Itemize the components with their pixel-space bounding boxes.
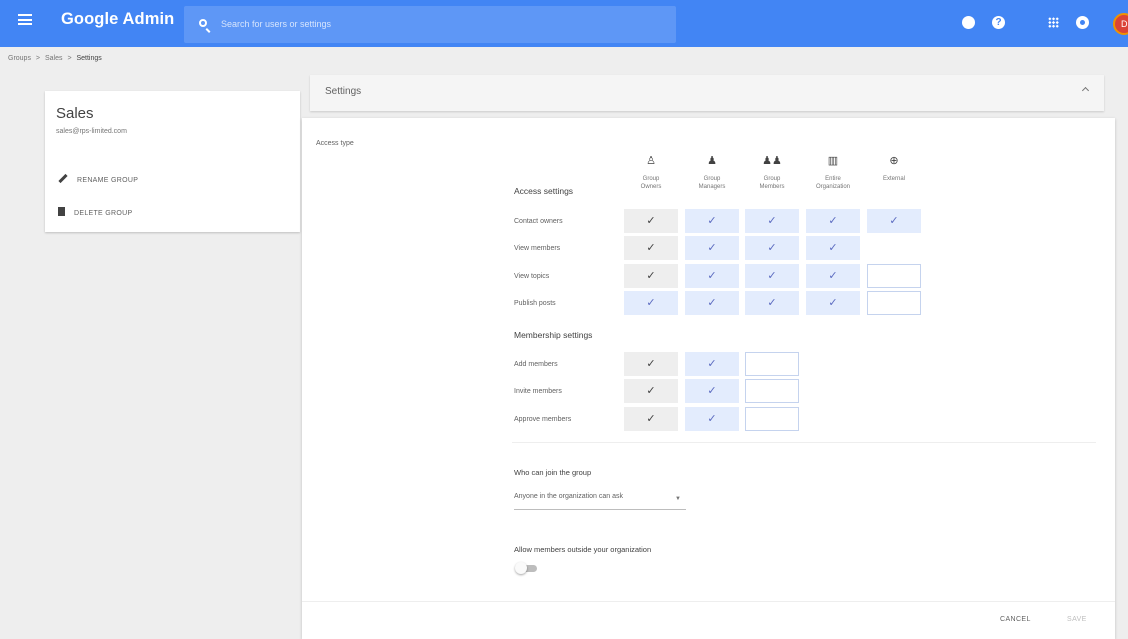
checkbox-cell-empty[interactable]	[745, 379, 799, 403]
person-outline-icon: ♙	[646, 155, 656, 167]
breadcrumb-groups[interactable]: Groups	[8, 55, 31, 62]
access-settings-panel: Access type ♙ Group Owners ♟ Group Manag…	[302, 118, 1115, 639]
column-group-members: ♟♟ Group Members	[744, 155, 800, 191]
checkbox-cell[interactable]: ✓	[867, 209, 921, 233]
checkbox-cell[interactable]: ✓	[624, 379, 678, 403]
row-label-approve-members: Approve members	[514, 416, 572, 423]
column-label-line1: External	[882, 176, 905, 182]
people-icon: ♟♟	[762, 155, 782, 167]
who-can-join-dropdown[interactable]: Anyone in the organization can ask ▼	[514, 490, 686, 510]
breadcrumb-settings: Settings	[76, 55, 102, 62]
chevron-up-icon[interactable]	[1081, 86, 1090, 95]
row-label-view-members: View members	[514, 245, 561, 252]
column-external: ⊕ External	[866, 155, 922, 183]
checkbox-cell-empty[interactable]	[867, 291, 921, 315]
checkbox-cell[interactable]: ✓	[685, 379, 739, 403]
checkbox-cell[interactable]: ✓	[685, 407, 739, 431]
apps-grid-icon[interactable]	[1048, 17, 1059, 28]
column-group-managers: ♟ Group Managers	[684, 155, 740, 191]
checkbox-cell[interactable]: ✓	[685, 264, 739, 288]
checkbox-cell[interactable]: ✓	[745, 264, 799, 288]
breadcrumb-separator: >	[35, 55, 41, 62]
trash-icon	[58, 207, 65, 216]
column-label-line2: Members	[759, 184, 785, 190]
checkbox-cell-empty[interactable]	[745, 352, 799, 376]
breadcrumb-sales[interactable]: Sales	[45, 55, 63, 62]
column-label-line2: Organization	[815, 184, 851, 190]
cancel-button[interactable]: CANCEL	[1000, 616, 1031, 623]
person-icon: ♟	[707, 155, 717, 167]
search-bar[interactable]	[184, 6, 676, 43]
checkbox-cell[interactable]: ✓	[685, 352, 739, 376]
building-icon: ▥	[827, 155, 839, 167]
rename-group-label: RENAME GROUP	[77, 177, 139, 184]
row-label-publish-posts: Publish posts	[514, 300, 556, 307]
rename-group-button[interactable]: RENAME GROUP	[58, 173, 139, 184]
search-icon	[199, 19, 207, 27]
row-label-add-members: Add members	[514, 361, 558, 368]
checkbox-cell[interactable]: ✓	[806, 209, 860, 233]
checkbox-cell[interactable]: ✓	[745, 236, 799, 260]
section-divider	[512, 442, 1096, 443]
support-icon[interactable]	[962, 16, 975, 29]
column-label-line2: Managers	[698, 184, 726, 190]
app-title[interactable]: Google Admin	[61, 10, 174, 29]
save-button[interactable]: SAVE	[1067, 616, 1087, 623]
column-group-owners: ♙ Group Owners	[623, 155, 679, 191]
settings-title: Settings	[325, 86, 362, 97]
avatar[interactable]: D	[1113, 13, 1128, 35]
globe-icon: ⊕	[889, 155, 899, 167]
pencil-icon	[58, 173, 68, 184]
checkbox-cell[interactable]: ✓	[685, 236, 739, 260]
row-label-invite-members: Invite members	[514, 388, 562, 395]
top-app-bar: Google Admin ? D	[0, 0, 1128, 47]
checkbox-cell[interactable]: ✓	[624, 407, 678, 431]
breadcrumb: Groups > Sales > Settings	[8, 55, 105, 62]
who-can-join-label: Who can join the group	[514, 468, 592, 477]
column-label-line1: Group	[703, 176, 721, 182]
delete-group-button[interactable]: DELETE GROUP	[58, 207, 132, 217]
checkbox-cell[interactable]: ✓	[624, 291, 678, 315]
row-label-view-topics: View topics	[514, 273, 550, 280]
column-label-line1: Entire	[825, 176, 841, 182]
column-label-line1: Group	[642, 176, 660, 182]
checkbox-cell[interactable]: ✓	[685, 291, 739, 315]
notifications-icon[interactable]	[1076, 16, 1089, 29]
search-input[interactable]	[221, 15, 651, 33]
help-icon[interactable]: ?	[992, 16, 1005, 29]
column-label-line1: Group	[763, 176, 781, 182]
access-type-label: Access type	[316, 140, 354, 147]
column-label-line2: Owners	[640, 184, 662, 190]
access-settings-heading: Access settings	[514, 186, 574, 196]
checkbox-cell[interactable]: ✓	[745, 209, 799, 233]
delete-group-label: DELETE GROUP	[74, 210, 133, 217]
checkbox-cell[interactable]: ✓	[745, 291, 799, 315]
settings-section-header[interactable]: Settings	[310, 75, 1104, 111]
checkbox-cell[interactable]: ✓	[624, 264, 678, 288]
row-label-contact-owners: Contact owners	[514, 218, 563, 225]
membership-settings-heading: Membership settings	[514, 330, 593, 340]
checkbox-cell[interactable]: ✓	[624, 236, 678, 260]
group-info-card: Sales sales@rps-limited.com RENAME GROUP…	[45, 91, 300, 232]
dropdown-arrow-icon: ▼	[675, 496, 681, 502]
checkbox-cell[interactable]: ✓	[806, 291, 860, 315]
checkbox-cell[interactable]: ✓	[806, 236, 860, 260]
checkbox-cell-empty[interactable]	[745, 407, 799, 431]
allow-outside-members-toggle[interactable]	[515, 562, 537, 574]
checkbox-cell[interactable]: ✓	[624, 209, 678, 233]
checkbox-cell[interactable]: ✓	[624, 352, 678, 376]
column-entire-organization: ▥ Entire Organization	[805, 155, 861, 191]
checkbox-cell[interactable]: ✓	[806, 264, 860, 288]
panel-footer: CANCEL SAVE	[302, 601, 1115, 639]
checkbox-cell[interactable]: ✓	[685, 209, 739, 233]
checkbox-cell-empty[interactable]	[867, 264, 921, 288]
group-name: Sales	[56, 105, 94, 122]
allow-outside-members-label: Allow members outside your organization	[514, 545, 652, 554]
group-email: sales@rps-limited.com	[56, 128, 127, 135]
menu-icon[interactable]	[18, 14, 32, 25]
toggle-knob	[515, 562, 527, 574]
breadcrumb-separator: >	[67, 55, 72, 62]
who-can-join-value: Anyone in the organization can ask	[514, 493, 623, 500]
